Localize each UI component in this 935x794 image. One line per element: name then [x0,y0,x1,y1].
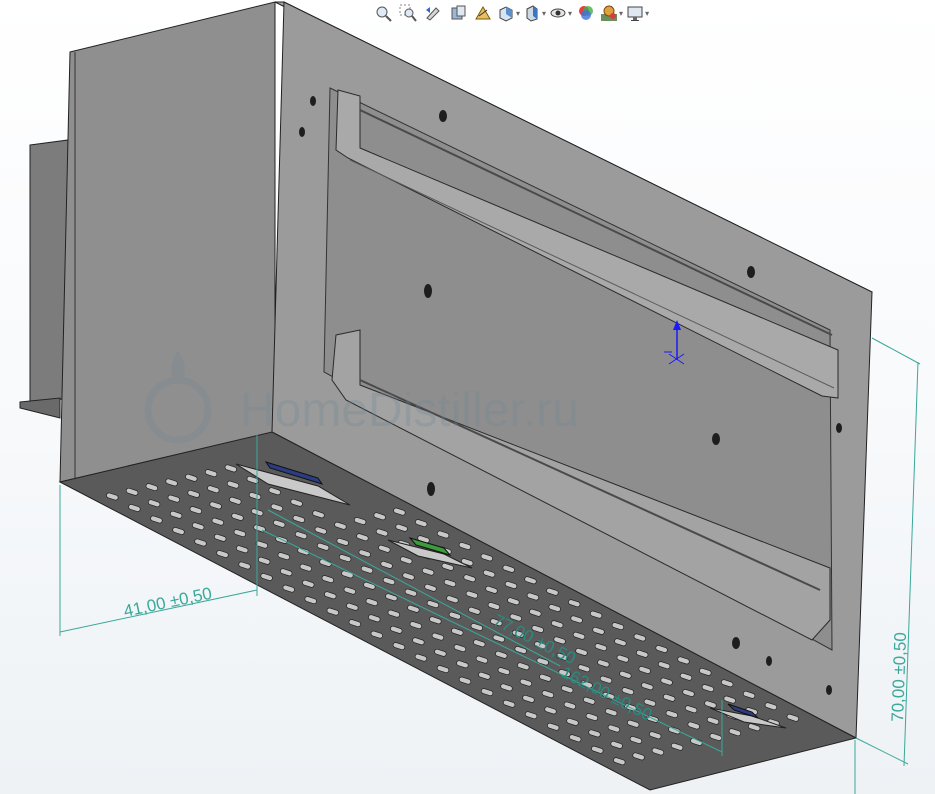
dimension-height-label[interactable]: 70,00 ±0,50 [888,632,910,722]
rear-flange-front [19,397,61,419]
dimension-depth-label[interactable]: 41,00 ±0,50 [122,584,214,621]
watermark-text: HomeDistiller.ru [240,384,579,437]
3d-model-viewport[interactable]: HomeDistiller.ru 41,00 ±0,50 70,00 ±0,50… [0,0,935,794]
